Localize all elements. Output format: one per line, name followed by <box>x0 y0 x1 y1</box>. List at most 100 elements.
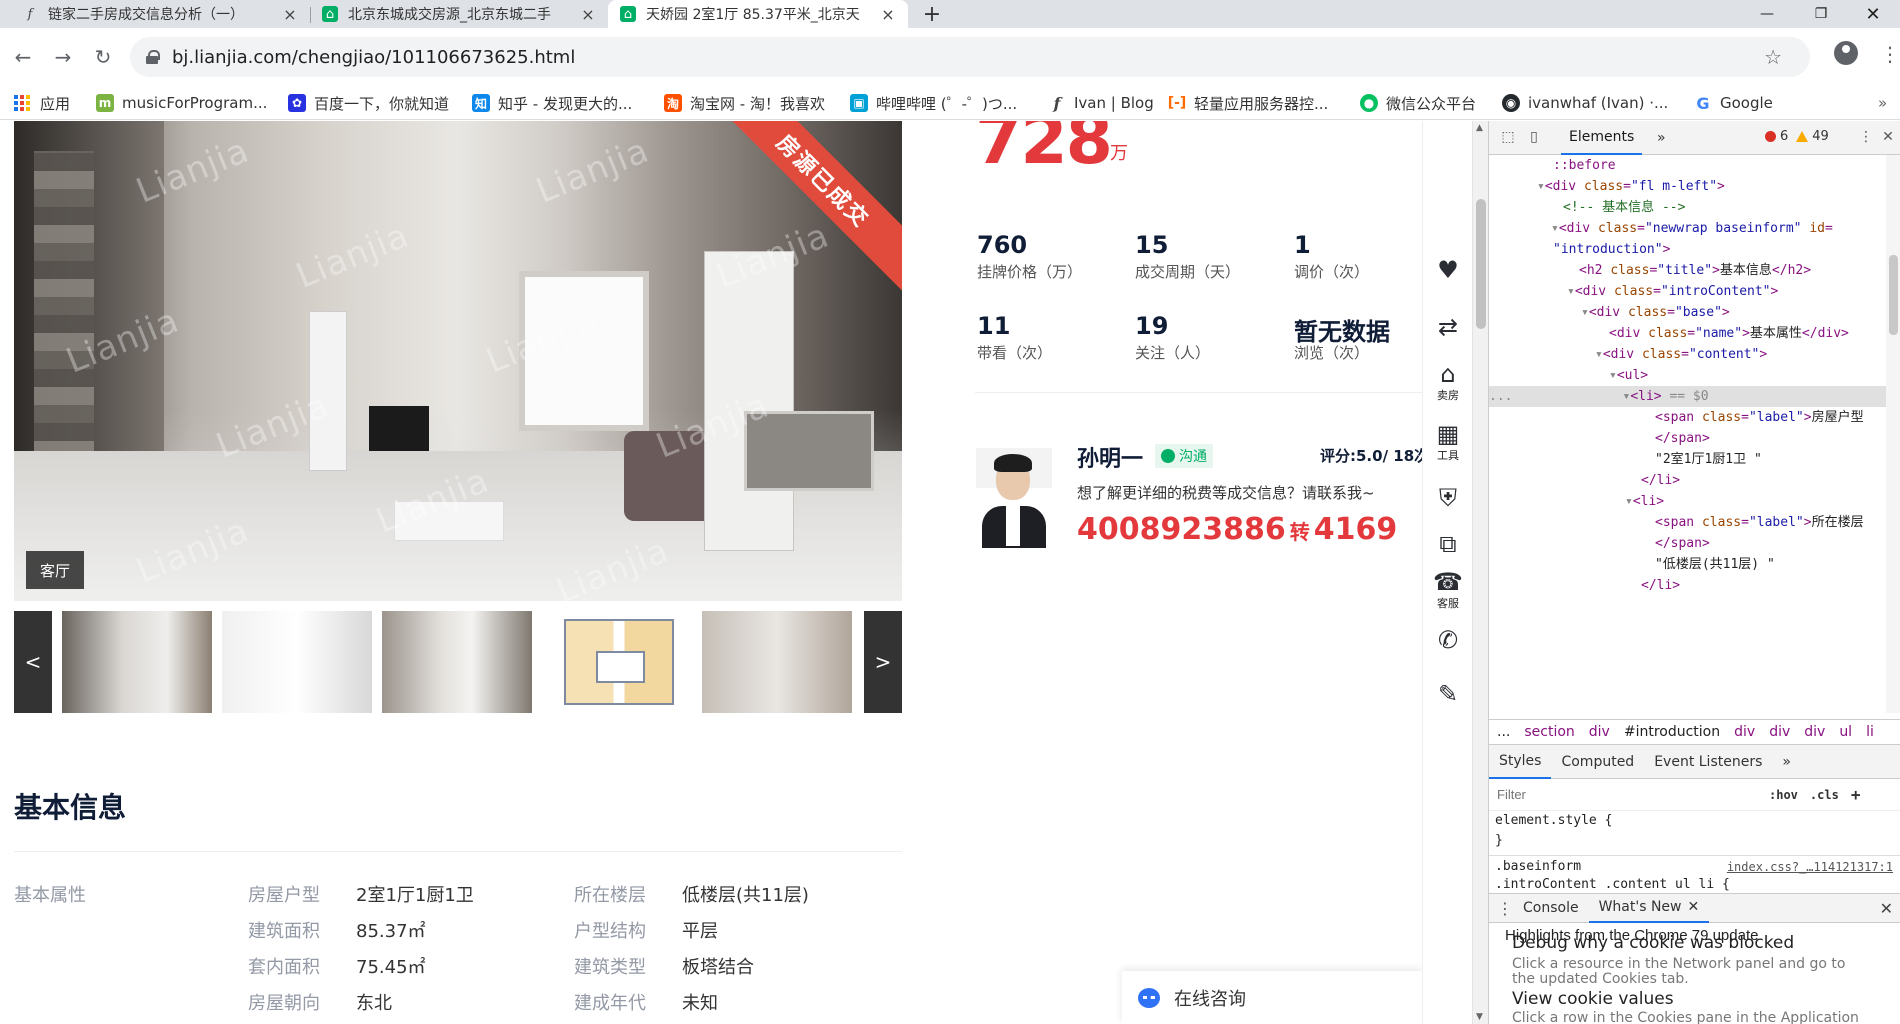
close-window-button[interactable]: ✕ <box>1846 0 1900 28</box>
bookmark-item[interactable]: 淘 淘宝网 - 淘！我喜欢 <box>664 92 825 114</box>
dom-node[interactable]: ▾<div class="base"> <box>1489 302 1886 323</box>
bookmark-item[interactable]: [-] 轻量应用服务器控... <box>1168 92 1329 114</box>
thumb-prev-button[interactable]: < <box>14 611 52 713</box>
maximize-button[interactable]: ❐ <box>1794 0 1848 28</box>
inspect-element-icon[interactable]: ⬚ <box>1499 129 1517 147</box>
rail-edit[interactable]: ✎ <box>1423 681 1473 707</box>
address-bar[interactable]: bj.lianjia.com/chengjiao/101106673625.ht… <box>130 37 1810 77</box>
dom-node[interactable]: ▾<div class="content"> <box>1489 344 1886 365</box>
dom-node[interactable]: ▾<div class="fl m-left"> <box>1489 176 1886 197</box>
lock-icon[interactable] <box>146 50 160 64</box>
tab-console[interactable]: Console <box>1513 893 1589 923</box>
bookmark-item[interactable]: ✿ 百度一下，你就知道 <box>288 92 449 114</box>
device-toolbar-icon[interactable]: ▯ <box>1525 129 1543 147</box>
crumb[interactable]: ... <box>1497 724 1510 740</box>
more-subtabs-button[interactable]: » <box>1772 745 1801 779</box>
hov-toggle[interactable]: :hov <box>1769 788 1798 802</box>
crumb[interactable]: div <box>1769 724 1790 740</box>
dom-node[interactable]: "低楼层(共11层) " <box>1489 554 1886 575</box>
dom-node[interactable]: ▾<div class="introContent"> <box>1489 281 1886 302</box>
bookmark-item[interactable]: f Ivan | Blog <box>1048 92 1154 114</box>
drawer-menu-icon[interactable]: ⋮ <box>1497 899 1513 918</box>
rail-phone[interactable]: ✆ <box>1423 627 1473 653</box>
dom-node[interactable]: <!-- 基本信息 --> <box>1489 197 1886 218</box>
tab-whats-new[interactable]: What's New ✕ <box>1588 893 1710 923</box>
dom-node[interactable]: ▾<li> <box>1489 491 1886 512</box>
crumb[interactable]: div <box>1589 724 1610 740</box>
dom-scrollbar[interactable] <box>1886 155 1900 713</box>
close-tab-icon[interactable]: ✕ <box>1688 899 1700 915</box>
devtools-menu-icon[interactable]: ⋮ <box>1857 129 1875 147</box>
reload-button[interactable]: ↻ <box>88 42 118 72</box>
agent-avatar[interactable] <box>976 448 1052 548</box>
rail-sell[interactable]: ⌂ 卖房 <box>1423 361 1473 403</box>
whats-new-item-title[interactable]: View cookie values <box>1512 989 1674 1009</box>
rail-tools[interactable]: ▦ 工具 <box>1423 421 1473 463</box>
tab-computed[interactable]: Computed <box>1551 745 1644 779</box>
browser-menu-icon[interactable]: ⋮ <box>1880 42 1900 66</box>
scrollbar-thumb[interactable] <box>1889 255 1898 335</box>
cls-toggle[interactable]: .cls <box>1810 788 1839 802</box>
rail-compare[interactable]: ⇄ <box>1423 314 1473 340</box>
bookmark-item[interactable]: ▣ 哔哩哔哩 (゜-゜)つ... <box>850 92 1017 114</box>
thumbnail-floorplan[interactable] <box>542 611 692 713</box>
style-rule-selector[interactable]: .introContent .content ul li { <box>1495 875 1730 893</box>
tab-styles[interactable]: Styles <box>1489 745 1552 779</box>
agent-name[interactable]: 孙明一 <box>1077 441 1143 473</box>
minimize-button[interactable]: — <box>1740 0 1794 28</box>
dom-node[interactable]: </span> <box>1489 428 1886 449</box>
close-tab-icon[interactable]: × <box>880 5 896 24</box>
issue-counter[interactable]: 6 49 <box>1765 129 1829 144</box>
dom-node[interactable]: </li> <box>1489 470 1886 491</box>
dom-node[interactable]: </span> <box>1489 533 1886 554</box>
thumbnail-image[interactable] <box>382 611 532 713</box>
scroll-down-icon[interactable]: ▼ <box>1476 1012 1483 1022</box>
dom-node[interactable]: ▾<ul> <box>1489 365 1886 386</box>
bookmark-item[interactable]: ◉ ivanwhaf (Ivan) ·... <box>1502 92 1668 114</box>
main-listing-photo[interactable]: Lianjia Lianjia Lianjia Lianjia Lianjia … <box>14 121 902 601</box>
browser-tab-active[interactable]: ⌂ 天娇园 2室1厅 85.37平米_北京天 × <box>608 0 908 28</box>
bookmark-item[interactable]: m musicForProgram... <box>96 92 267 114</box>
close-drawer-icon[interactable]: ✕ <box>1880 899 1893 918</box>
dom-node[interactable]: </li> <box>1489 575 1886 596</box>
new-style-rule-button[interactable]: + <box>1851 785 1861 804</box>
new-tab-button[interactable]: + <box>918 0 946 28</box>
bookmark-apps[interactable]: 应用 <box>14 92 70 114</box>
bookmark-item[interactable]: 知 知乎 - 发现更大的... <box>472 92 632 114</box>
account-avatar-icon[interactable] <box>1834 41 1858 65</box>
dom-tree[interactable]: ::before ▾<div class="fl m-left"> <!-- 基… <box>1489 155 1886 713</box>
back-button[interactable]: ← <box>8 42 38 72</box>
crumb[interactable]: #introduction <box>1624 724 1720 740</box>
dom-node[interactable]: "introduction"> <box>1489 239 1886 260</box>
dom-node[interactable]: <div class="name">基本属性</div> <box>1489 323 1886 344</box>
crumb[interactable]: section <box>1524 724 1574 740</box>
thumb-next-button[interactable]: > <box>864 611 902 713</box>
rail-scan[interactable]: ⧉ <box>1423 531 1473 557</box>
thumbnail-image[interactable] <box>62 611 212 713</box>
browser-tab[interactable]: f 链家二手房成交信息分析（一） × <box>10 0 310 28</box>
dom-node[interactable]: <span class="label">所在楼层 <box>1489 512 1886 533</box>
browser-tab[interactable]: ⌂ 北京东城成交房源_北京东城二手 × <box>310 0 608 28</box>
scrollbar-thumb[interactable] <box>1476 199 1486 329</box>
tab-elements[interactable]: Elements <box>1561 121 1643 155</box>
scroll-up-icon[interactable]: ▲ <box>1476 123 1483 133</box>
forward-button[interactable]: → <box>48 42 78 72</box>
more-tabs-button[interactable]: » <box>1649 121 1674 155</box>
crumb[interactable]: div <box>1804 724 1825 740</box>
thumbnail-image[interactable] <box>702 611 852 713</box>
close-tab-icon[interactable]: × <box>580 5 596 24</box>
dom-node[interactable]: "2室1厅1厨1卫 " <box>1489 449 1886 470</box>
styles-filter-input[interactable] <box>1497 782 1757 807</box>
dom-node-selected[interactable]: ... ▾<li> == $0 <box>1489 386 1886 407</box>
more-bookmarks-button[interactable]: » <box>1878 94 1887 112</box>
bookmark-item[interactable]: ● 微信公众平台 <box>1360 92 1476 114</box>
close-devtools-icon[interactable]: ✕ <box>1879 129 1897 147</box>
style-source-link[interactable]: index.css?_…114121317:1 <box>1727 857 1893 877</box>
close-tab-icon[interactable]: × <box>282 5 298 24</box>
dom-node[interactable]: ▾<div class="newwrap baseinform" id= <box>1489 218 1886 239</box>
style-rule-text[interactable]: element.style { <box>1495 811 1612 831</box>
online-consult-button[interactable]: 在线咨询 <box>1122 971 1422 1024</box>
crumb[interactable]: div <box>1734 724 1755 740</box>
tab-event-listeners[interactable]: Event Listeners <box>1644 745 1772 779</box>
bookmark-item[interactable]: G Google <box>1694 92 1772 114</box>
